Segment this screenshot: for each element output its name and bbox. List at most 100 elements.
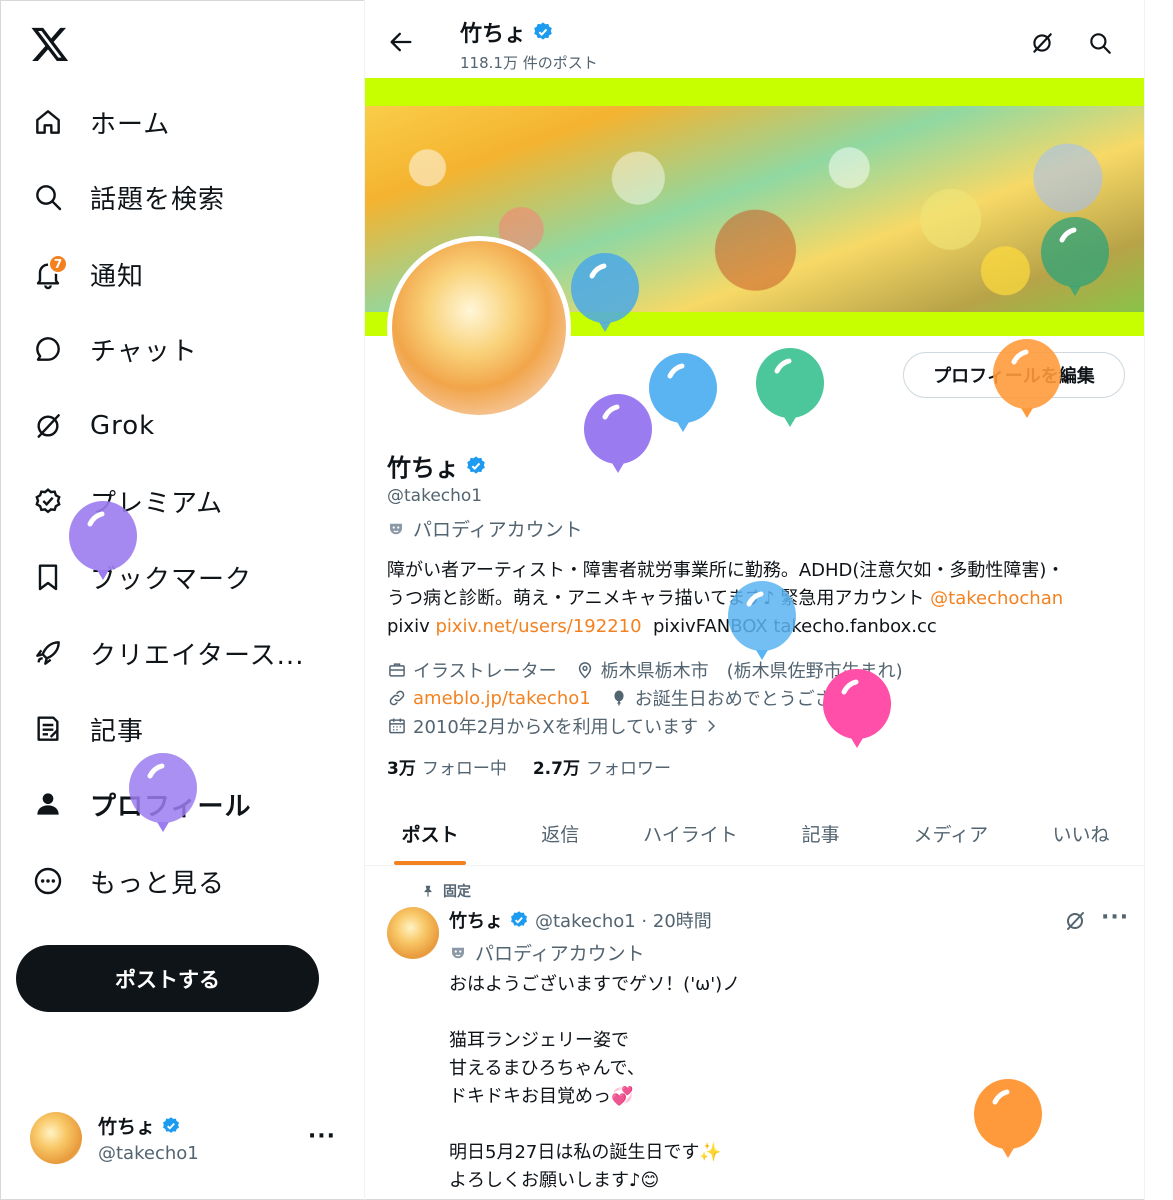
link-icon [389, 690, 405, 706]
tab-posts[interactable]: ポスト [365, 802, 495, 865]
fanbox-link[interactable]: takecho.fanbox.cc [773, 616, 937, 637]
account-handle: @takecho1 [98, 1143, 199, 1164]
nav-articles[interactable]: 記事 [28, 704, 144, 754]
avatar[interactable] [387, 907, 439, 959]
balloon-decoration [571, 253, 639, 332]
balloon-decoration [69, 501, 137, 580]
briefcase-icon [389, 663, 405, 677]
premium-icon [28, 481, 68, 521]
x-logo-icon[interactable] [30, 24, 70, 64]
follow-stats: 3万 フォロー中 2.7万 フォロワー [387, 754, 697, 779]
pin-icon [424, 885, 432, 897]
post-count: 118.1万 件のポスト [460, 54, 598, 72]
nav-label: チャット [90, 336, 198, 367]
balloon-decoration [584, 394, 652, 473]
header-name: 竹ちょ [460, 22, 527, 47]
more-icon[interactable]: ··· [308, 1124, 336, 1149]
verified-icon [534, 22, 552, 40]
nav-notifications[interactable]: 7 通知 [28, 249, 144, 299]
pinned-text: 固定 [443, 884, 471, 900]
nav-chat[interactable]: チャット [28, 324, 198, 374]
mask-icon [390, 523, 402, 534]
post-line: よろしくお願いします♪😊 [449, 1170, 660, 1191]
profile-job: イラストレーター [413, 661, 557, 682]
nav-label: 話題を検索 [90, 184, 226, 215]
following-label: フォロー中 [421, 759, 507, 779]
balloon-decoration [974, 1079, 1042, 1158]
nav-more[interactable]: もっと見る [28, 856, 225, 906]
balloon-decoration [993, 339, 1061, 418]
balloon-decoration [823, 669, 891, 748]
nav-bookmarks[interactable]: ブックマーク [28, 552, 252, 602]
tab-media[interactable]: メディア [886, 802, 1016, 865]
post-line: 猫耳ランジェリー姿で [449, 1030, 629, 1051]
balloon-decoration [649, 353, 717, 432]
nav-label: 記事 [90, 716, 145, 747]
followers-count: 2.7万 [532, 759, 580, 779]
sidebar: ホーム 話題を検索 7 通知 チャット Grok プレミアム ブックマーク クリ… [0, 0, 364, 1200]
nav-grok[interactable]: Grok [28, 401, 155, 451]
avatar [30, 1112, 82, 1164]
profile-avatar[interactable] [387, 236, 571, 420]
bookmark-icon [28, 557, 68, 597]
nav-explore[interactable]: 話題を検索 [28, 172, 225, 222]
parody-label: パロディアカウント [449, 939, 645, 966]
profile-header: 竹ちょ 118.1万 件のポスト [365, 0, 1144, 78]
joined-date: 2010年2月からXを利用しています [413, 717, 699, 738]
account-switcher[interactable]: 竹ちょ @takecho1 ··· [30, 1106, 350, 1170]
pinned-label: 固定 [421, 881, 471, 901]
nav-label: Grok [90, 411, 156, 441]
mask-icon [452, 947, 464, 958]
following-count: 3万 [387, 759, 416, 779]
verified-icon[interactable] [465, 455, 487, 477]
article-icon [28, 709, 68, 749]
search-icon[interactable] [1087, 30, 1113, 56]
more-icon[interactable]: ··· [1101, 905, 1129, 930]
website-link[interactable]: ameblo.jp/takecho1 [413, 688, 591, 709]
notification-badge: 7 [48, 254, 68, 274]
person-icon [28, 784, 68, 824]
nav-label: 通知 [90, 261, 145, 292]
more-circle-icon [28, 861, 68, 901]
bell-icon: 7 [28, 254, 68, 294]
tab-highlights[interactable]: ハイライト [625, 802, 755, 865]
bio-line: うつ病と診断。萌え・アニメキャラ描いてます♪ 緊急用アカウント [387, 588, 931, 609]
search-icon [28, 177, 68, 217]
post-author-name[interactable]: 竹ちょ [449, 907, 503, 933]
home-icon [28, 102, 68, 142]
post-line [449, 999, 1109, 1027]
profile-tabs: ポスト 返信 ハイライト 記事 メディア いいね [365, 802, 1144, 866]
right-gutter [1144, 0, 1173, 1200]
grok-icon [28, 406, 68, 446]
back-arrow-icon[interactable] [387, 28, 415, 56]
tab-replies[interactable]: 返信 [495, 802, 625, 865]
balloon-icon [614, 690, 624, 706]
nav-label: もっと見る [90, 868, 226, 899]
parody-text: パロディアカウント [475, 943, 645, 965]
nav-label: クリエイタース... [90, 640, 305, 671]
followers-label: フォロワー [585, 759, 671, 779]
calendar-icon [389, 718, 405, 734]
balloon-decoration [756, 348, 824, 427]
tab-likes[interactable]: いいね [1016, 802, 1144, 865]
nav-creator-studio[interactable]: クリエイタース... [28, 628, 304, 678]
pixiv-link[interactable]: pixiv.net/users/192210 [435, 616, 641, 637]
balloon-decoration [1041, 217, 1109, 296]
location-icon [578, 662, 591, 679]
balloon-decoration [129, 753, 197, 832]
mention-link[interactable]: @takechochan [930, 588, 1063, 609]
nav-home[interactable]: ホーム [28, 97, 170, 147]
followers-link[interactable]: 2.7万 フォロワー [533, 754, 671, 779]
rocket-icon [28, 633, 68, 673]
parody-text: パロディアカウント [413, 519, 583, 541]
grok-icon[interactable] [1063, 909, 1087, 933]
post-button[interactable]: ポストする [16, 945, 319, 1012]
profile-name: 竹ちょ [387, 454, 459, 482]
bio-text: pixiv [387, 616, 436, 637]
following-link[interactable]: 3万 フォロー中 [387, 754, 507, 779]
tab-articles[interactable]: 記事 [756, 802, 886, 865]
chevron-right-icon[interactable] [702, 717, 720, 735]
verified-icon [163, 1116, 180, 1133]
grok-icon[interactable] [1029, 30, 1055, 56]
balloon-decoration [728, 581, 796, 660]
